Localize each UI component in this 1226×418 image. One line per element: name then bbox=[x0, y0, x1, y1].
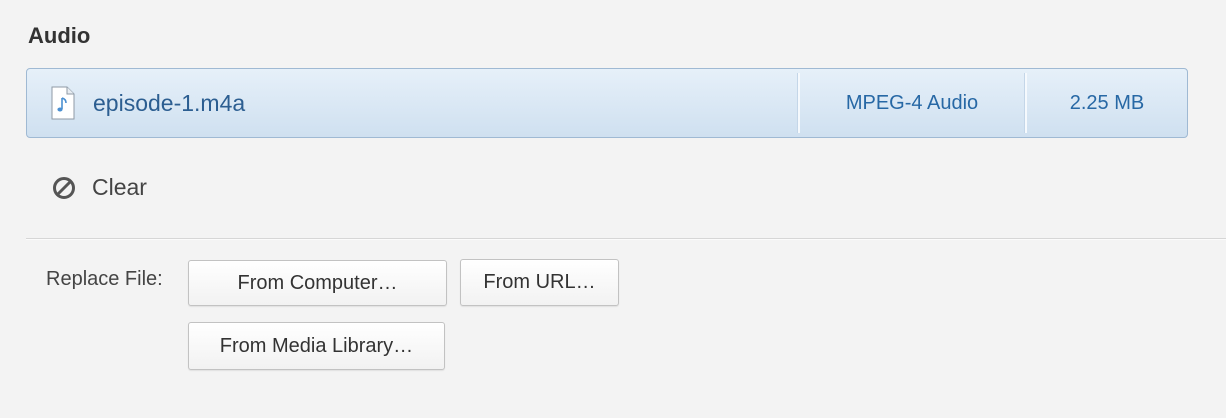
file-size: 2.25 MB bbox=[1069, 91, 1145, 114]
audio-file-icon bbox=[51, 86, 75, 120]
section-title: Audio bbox=[28, 23, 91, 48]
clear-icon bbox=[53, 176, 75, 199]
from-computer-button[interactable]: From Computer… bbox=[188, 260, 447, 306]
clear-button[interactable]: Clear bbox=[52, 174, 147, 201]
section-divider bbox=[26, 238, 1226, 240]
from-url-button[interactable]: From URL… bbox=[460, 259, 619, 306]
from-media-library-button[interactable]: From Media Library… bbox=[188, 322, 445, 370]
replace-file-label: Replace File: bbox=[46, 268, 163, 290]
file-row[interactable]: episode-1.m4a MPEG-4 Audio 2.25 MB bbox=[26, 68, 1188, 138]
clear-label: Clear bbox=[92, 174, 147, 200]
file-type: MPEG-4 Audio bbox=[845, 91, 979, 114]
file-name: episode-1.m4a bbox=[93, 89, 246, 116]
file-name-cell: episode-1.m4a bbox=[27, 69, 797, 137]
